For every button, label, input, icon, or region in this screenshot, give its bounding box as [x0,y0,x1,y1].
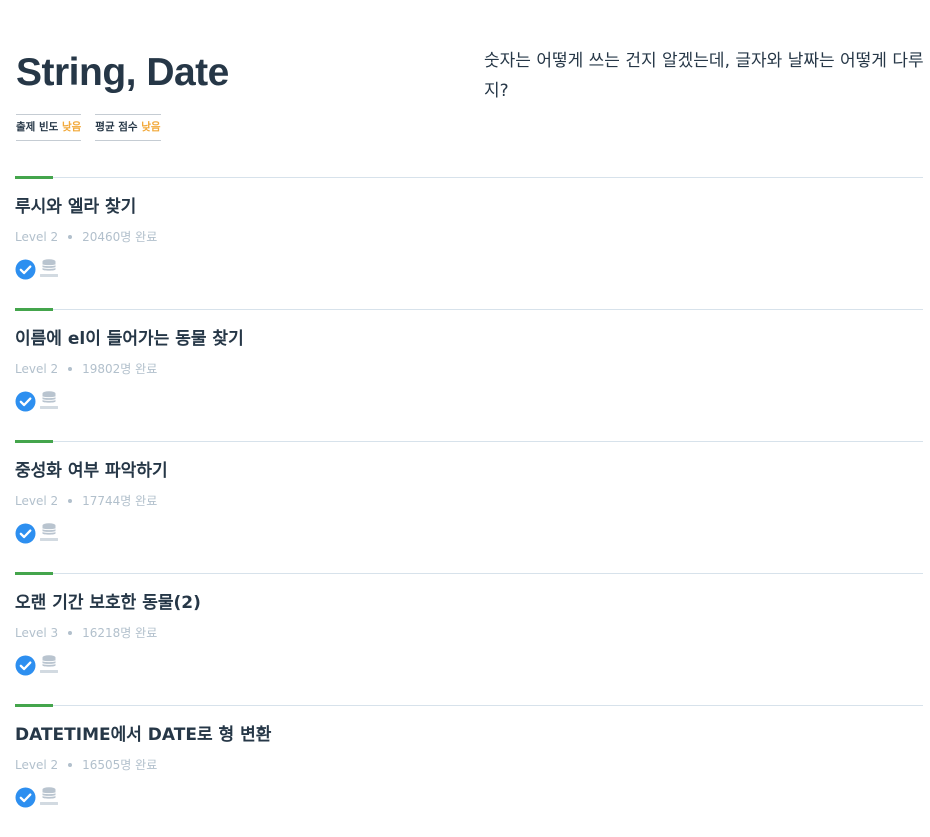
oracle-db-icon [38,522,60,544]
problem-item[interactable]: 중성화 여부 파악하기 Level 2 17744명 완료 [15,440,923,573]
problem-meta: Level 3 16218명 완료 [15,625,157,641]
frequency-badge: 출제 빈도 낮음 [16,114,82,141]
oracle-db-icon [38,654,60,676]
separator-dot [68,498,73,503]
problem-title-link[interactable]: 중성화 여부 파악하기 [15,460,168,482]
problem-completed-count: 20460명 완료 [82,230,158,244]
problem-list: 루시와 엘라 찾기 Level 2 20460명 완료 이름에 el이 들어가는 … [15,176,923,837]
problem-icons [15,390,60,412]
check-icon [15,391,36,412]
frequency-label: 출제 빈도 [16,121,59,133]
problem-completed-count: 17744명 완료 [82,494,158,508]
problem-item[interactable]: 오랜 기간 보호한 동물(2) Level 3 16218명 완료 [15,572,923,705]
oracle-db-icon [38,390,60,412]
problem-title-link[interactable]: 이름에 el이 들어가는 동물 찾기 [15,328,244,350]
problem-meta: Level 2 17744명 완료 [15,493,157,509]
page-title: String, Date [16,51,229,94]
accent-bar [15,704,53,707]
problem-level: Level 3 [15,626,59,640]
problem-meta: Level 2 16505명 완료 [15,757,157,773]
accent-bar [15,308,53,311]
separator-dot [68,630,73,635]
problem-level: Level 2 [15,758,59,772]
problem-completed-count: 19802명 완료 [82,362,158,376]
check-icon [15,655,36,676]
average-score-label: 평균 점수 [95,121,138,133]
section-header: String, Date 숫자는 어떻게 쓰는 건지 알겠는데, 글자와 날짜는… [16,0,924,150]
check-icon [15,259,36,280]
stats-badges: 출제 빈도 낮음 평균 점수 낮음 [16,114,161,141]
accent-bar [15,572,53,575]
problem-icons [15,786,60,808]
average-score-level: 낮음 [141,121,161,133]
problem-item[interactable]: 이름에 el이 들어가는 동물 찾기 Level 2 19802명 완료 [15,308,923,441]
problem-completed-count: 16505명 완료 [82,758,158,772]
problem-icons [15,654,60,676]
average-score-badge: 평균 점수 낮음 [95,114,161,141]
separator-dot [68,234,73,239]
problem-level: Level 2 [15,230,59,244]
accent-bar [15,176,53,179]
section-description: 숫자는 어떻게 쓰는 건지 알겠는데, 글자와 날짜는 어떻게 다루지? [484,51,924,101]
separator-dot [68,762,73,767]
problem-icons [15,522,60,544]
problem-completed-count: 16218명 완료 [82,626,158,640]
problem-title-link[interactable]: 루시와 엘라 찾기 [15,196,136,218]
oracle-db-icon [38,258,60,280]
problem-meta: Level 2 19802명 완료 [15,361,157,377]
problem-title-link[interactable]: 오랜 기간 보호한 동물(2) [15,592,201,614]
problem-meta: Level 2 20460명 완료 [15,229,157,245]
check-icon [15,523,36,544]
problem-item[interactable]: 루시와 엘라 찾기 Level 2 20460명 완료 [15,176,923,309]
oracle-db-icon [38,786,60,808]
problem-level: Level 2 [15,494,59,508]
separator-dot [68,366,73,371]
problem-title-link[interactable]: DATETIME에서 DATE로 형 변환 [15,724,271,746]
problem-item[interactable]: DATETIME에서 DATE로 형 변환 Level 2 16505명 완료 [15,704,923,837]
accent-bar [15,440,53,443]
frequency-level: 낮음 [61,121,82,133]
problem-icons [15,258,60,280]
check-icon [15,787,36,808]
problem-level: Level 2 [15,362,59,376]
